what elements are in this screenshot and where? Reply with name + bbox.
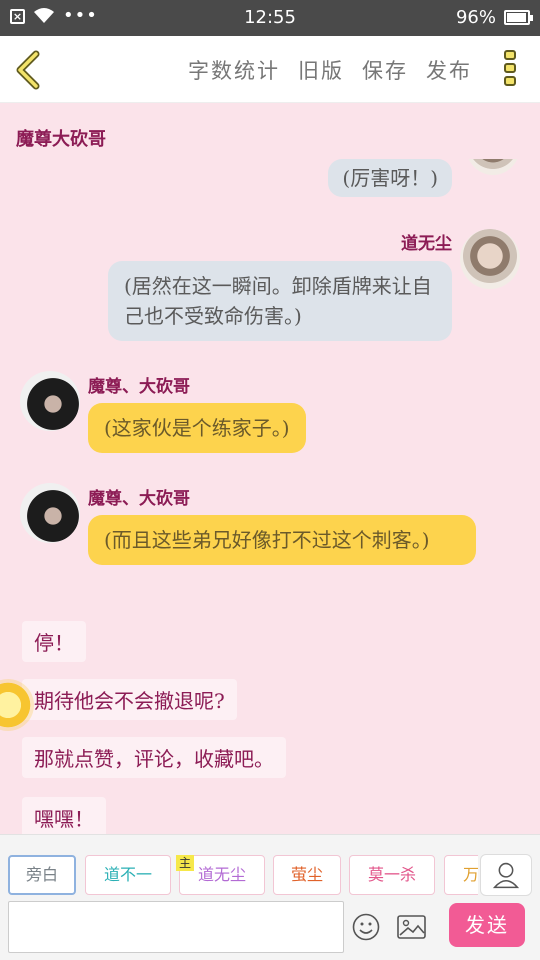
chat-area[interactable]: 魔尊大砍哥 (厉害呀！) 道无尘 (居然在这一瞬间。卸除盾牌来让自己也不受致命伤…	[0, 103, 540, 834]
role-chip[interactable]: 萤尘	[273, 855, 341, 895]
old-version-button[interactable]: 旧版	[298, 55, 344, 85]
message-bubble[interactable]: (这家伙是个练家子。)	[88, 403, 306, 453]
role-chip[interactable]: 万	[444, 855, 478, 895]
role-selector: 旁白 道不一 道无尘 萤尘 莫一杀 万	[8, 855, 478, 895]
publish-button[interactable]: 发布	[426, 55, 472, 85]
message-bubble[interactable]: (居然在这一瞬间。卸除盾牌来让自己也不受致命伤害。)	[108, 261, 452, 341]
save-button[interactable]: 保存	[362, 55, 408, 85]
word-count-button[interactable]: 字数统计	[188, 55, 280, 85]
battery-percent: 96%	[455, 7, 496, 28]
narration-line[interactable]: 停！	[22, 621, 86, 662]
sender-name: 魔尊、大砍哥	[88, 489, 190, 509]
role-chip[interactable]: 莫一杀	[349, 855, 435, 895]
main-role-tag: 主	[176, 855, 195, 871]
narration-line[interactable]: 期待他会不会撤退呢?	[22, 679, 237, 720]
avatar[interactable]	[466, 159, 520, 175]
image-icon[interactable]	[397, 915, 426, 939]
input-panel: 旁白 道不一 道无尘 萤尘 莫一杀 万 主 发送	[0, 834, 540, 960]
back-arrow-icon[interactable]	[12, 50, 48, 90]
avatar[interactable]	[460, 229, 520, 289]
sender-name: 道无尘	[401, 234, 452, 254]
role-chip[interactable]: 旁白	[8, 855, 76, 895]
emoji-icon[interactable]	[352, 913, 380, 941]
sender-name: 魔尊、大砍哥	[88, 377, 190, 397]
message-bubble[interactable]: (而且这些弟兄好像打不过这个刺客。)	[88, 515, 476, 565]
toolbar: 字数统计 旧版 保存 发布	[0, 36, 540, 103]
battery-icon	[504, 10, 533, 25]
send-button[interactable]: 发送	[449, 903, 525, 947]
narration-line[interactable]: 那就点赞，评论，收藏吧。	[22, 737, 286, 778]
message-input[interactable]	[8, 901, 344, 953]
status-bar: × ••• 12:55 96%	[0, 0, 540, 36]
chat-title: 魔尊大砍哥	[16, 129, 106, 150]
narration-line[interactable]: 嘿嘿！	[22, 797, 106, 834]
avatar[interactable]	[20, 371, 80, 431]
person-icon[interactable]	[480, 854, 532, 896]
message-bubble[interactable]: (厉害呀！)	[328, 159, 452, 197]
role-chip[interactable]: 道不一	[85, 855, 171, 895]
more-icon[interactable]	[502, 50, 518, 90]
avatar[interactable]	[20, 483, 80, 543]
